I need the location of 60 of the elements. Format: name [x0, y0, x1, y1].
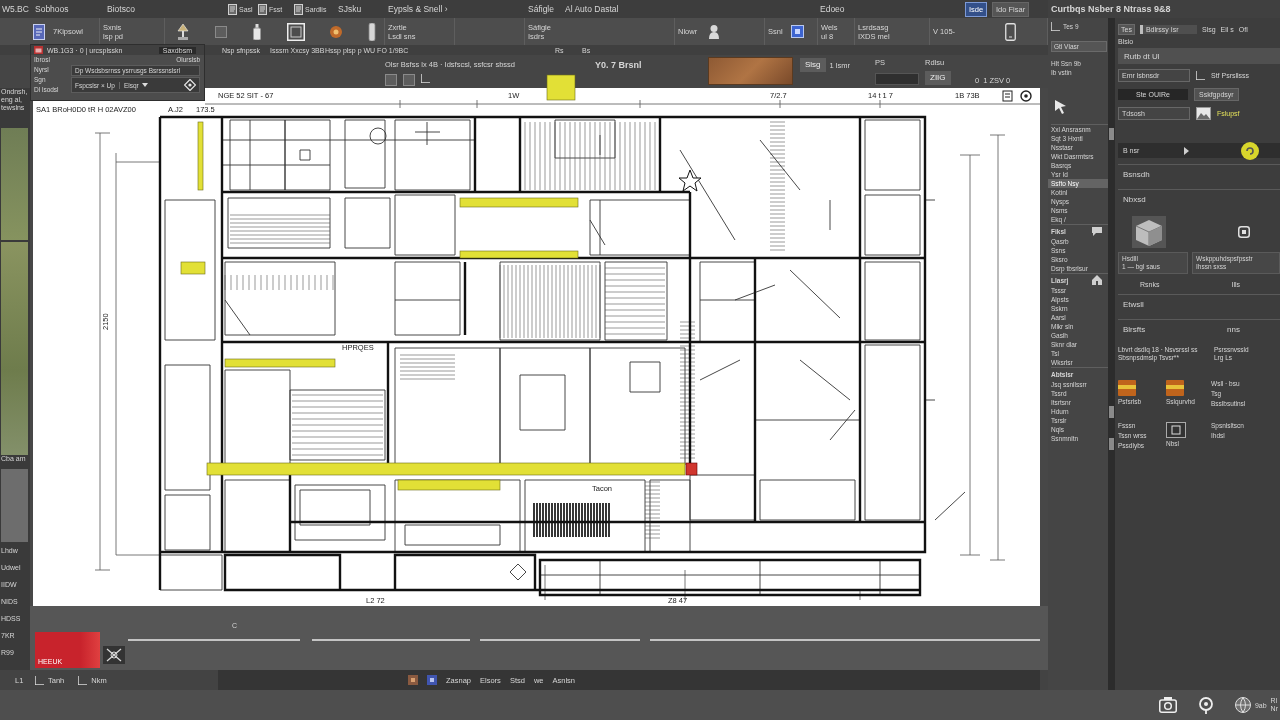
menu-item[interactable]: Eypsls & Snell › [386, 4, 448, 14]
diamond-icon[interactable] [184, 79, 196, 91]
corner-icon[interactable] [78, 675, 88, 685]
menu-item[interactable]: Al Auto Dastal [563, 4, 619, 14]
globe-icon[interactable] [1234, 697, 1251, 713]
corner-icon[interactable] [35, 675, 44, 685]
document-icon [294, 3, 303, 15]
document-title: Y0. 7 Brsnl [595, 60, 642, 70]
window-icon [34, 46, 43, 54]
corner-icon[interactable] [1051, 22, 1060, 31]
menu-item[interactable]: Sobhoos [33, 4, 69, 14]
house-icon[interactable] [1092, 275, 1102, 285]
document-icon [258, 3, 267, 15]
tile-icon[interactable] [1118, 380, 1136, 396]
chevron-icon [1184, 146, 1190, 155]
input-field[interactable] [875, 73, 919, 85]
tile-icon[interactable] [1166, 380, 1184, 396]
marker-icon[interactable] [685, 462, 698, 476]
menu-item[interactable]: Biotsco [105, 4, 135, 14]
frame-icon[interactable] [286, 22, 305, 41]
menu-item[interactable]: W5.BC [0, 4, 29, 14]
swirl-icon[interactable] [1241, 141, 1260, 160]
square-icon[interactable] [1166, 422, 1186, 438]
scrollbar[interactable] [1108, 18, 1115, 690]
section-header[interactable]: Bsnsdh [1118, 164, 1280, 183]
menu-item[interactable]: Sáfigle [526, 4, 554, 14]
highlight-strip[interactable] [459, 250, 579, 259]
setting-value[interactable]: nns [1227, 324, 1240, 334]
small-button[interactable]: Slsg [800, 58, 826, 72]
section-header[interactable]: Rutb dt Ul [1118, 48, 1280, 64]
tube-icon[interactable] [368, 22, 377, 41]
picture-icon [1196, 107, 1211, 120]
square-icon[interactable] [790, 25, 804, 38]
corner-icon[interactable] [421, 74, 430, 83]
section-header[interactable]: Nbxsd [1118, 189, 1280, 208]
document-icon [33, 23, 45, 40]
document-icon [228, 3, 237, 15]
bottle-icon[interactable] [253, 23, 262, 40]
pin-icon[interactable] [1198, 696, 1213, 714]
circle-icon[interactable] [330, 25, 343, 38]
panel-title: Curtbqs Nsber 8 Ntrass 9&8 [1051, 4, 1171, 14]
crosshair-icon[interactable] [103, 646, 125, 664]
menu-item[interactable]: SJsku [336, 4, 362, 14]
corner-icon[interactable] [1196, 71, 1205, 80]
settings-icon[interactable] [1020, 90, 1032, 102]
camera-icon[interactable] [1158, 697, 1177, 713]
page-icon[interactable] [1002, 90, 1013, 102]
phone-icon[interactable] [1005, 22, 1017, 41]
square-icon[interactable] [427, 675, 437, 685]
menu-item[interactable]: Edoeo [818, 4, 845, 14]
lamp-icon[interactable] [175, 23, 190, 40]
timeline-track[interactable] [128, 638, 1040, 642]
section-header[interactable]: Etwsll [1118, 294, 1280, 313]
person-icon[interactable] [709, 24, 720, 39]
small-button[interactable]: ZIIG [925, 71, 951, 85]
highlight-strip[interactable] [546, 74, 576, 101]
setting-label: Blrsfts [1123, 324, 1146, 334]
cube-icon[interactable] [1134, 218, 1164, 246]
star-icon [678, 169, 702, 192]
speech-bubble-icon[interactable] [1092, 226, 1102, 236]
